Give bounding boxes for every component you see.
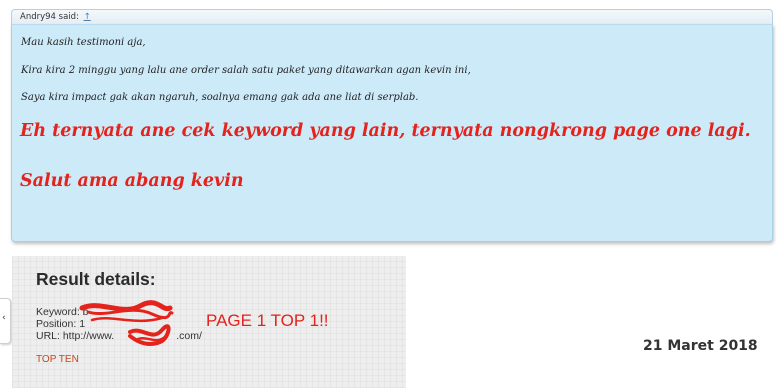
side-scroll-tab[interactable]: ‹ [0, 298, 11, 344]
url-prefix: URL: http://www. [36, 330, 115, 342]
url-line: URL: http://www. .com/ [36, 330, 202, 342]
arrow-up-icon[interactable]: ↑ [84, 12, 91, 22]
page-top-annotation: PAGE 1 TOP 1!! [206, 311, 329, 330]
quote-highlight-line: Eh ternyata ane cek keyword yang lain, t… [20, 121, 751, 141]
quote-line: Mau kasih testimoni aja, [21, 37, 146, 48]
result-details-screenshot: Result details: Keyword: b Position: 1 U… [12, 256, 406, 388]
position-line: Position: 1 [36, 318, 86, 330]
quote-line: Kira kira 2 minggu yang lalu ane order s… [21, 65, 471, 76]
result-title: Result details: [36, 269, 156, 289]
quote-author: Andry94 said: ↑ [20, 12, 91, 22]
quote-body: Mau kasih testimoni aja, Kira kira 2 min… [11, 24, 773, 242]
top-ten-label: TOP TEN [36, 354, 79, 365]
quote-header: Andry94 said: ↑ [11, 9, 773, 24]
quote-author-label: Andry94 said: [20, 12, 79, 22]
quote-highlight-line: Salut ama abang kevin [20, 171, 244, 191]
url-suffix: .com/ [176, 330, 202, 342]
quote-line: Saya kira impact gak akan ngaruh, soalny… [21, 92, 419, 103]
keyword-line: Keyword: b [36, 306, 89, 318]
post-date: 21 Maret 2018 [643, 338, 758, 354]
forum-post: Andry94 said: ↑ Mau kasih testimoni aja,… [0, 0, 780, 388]
chevron-left-icon: ‹ [2, 313, 6, 323]
